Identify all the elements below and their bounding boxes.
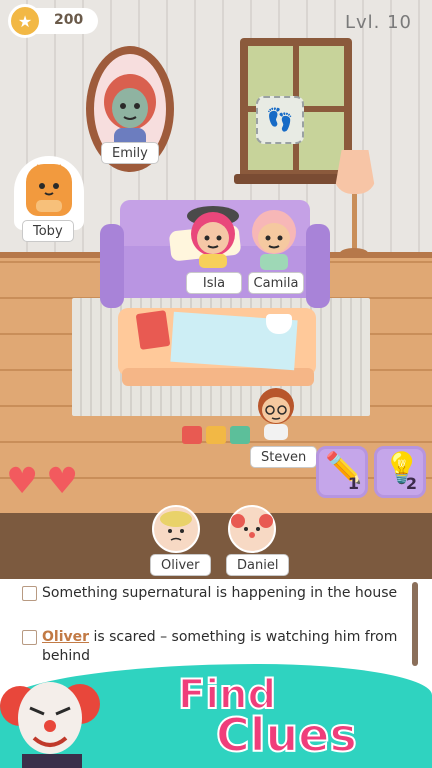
sofa-arm: [306, 224, 330, 308]
daniel-avatar[interactable]: [228, 505, 276, 553]
pencil-hint-count: 1: [347, 474, 359, 493]
isla-name-label: Isla: [186, 272, 242, 294]
lightbulb-hint-count: 2: [405, 474, 417, 493]
oliver-link[interactable]: Oliver: [42, 629, 89, 645]
emily-name-label: Emily: [101, 142, 159, 164]
coffee-table-base: [122, 368, 314, 386]
daniel-name-label: Daniel: [226, 554, 290, 576]
level-indicator: Lvl. 10: [344, 12, 412, 33]
game-screen: ★ 200 Lvl. 10 Emily 👣 Toby Isla Camila S…: [0, 0, 432, 768]
star-coin-icon: ★: [8, 4, 42, 38]
clue-text: Something supernatural is happening in t…: [42, 585, 398, 601]
clown-mascot: [0, 660, 104, 768]
clue-item[interactable]: Something supernatural is happening in t…: [22, 584, 402, 603]
coin-value: 200: [54, 12, 84, 28]
toby-name-label: Toby: [22, 220, 74, 242]
cat-icon: [26, 164, 72, 216]
clues-scrollbar[interactable]: [412, 582, 418, 666]
oliver-name-label: Oliver: [150, 554, 211, 576]
red-book-icon[interactable]: [135, 310, 171, 350]
clue-checkbox[interactable]: [22, 586, 37, 601]
clue-checkbox[interactable]: [22, 630, 37, 645]
footprints-clue-icon[interactable]: 👣: [256, 96, 304, 144]
heart-icon: ♥: [6, 461, 39, 502]
steven-character[interactable]: [254, 386, 298, 442]
clue-text-rest: is scared – something is watching him fr…: [42, 629, 398, 664]
oliver-avatar[interactable]: [152, 505, 200, 553]
promo-title-line2: Clues: [215, 707, 358, 763]
isla-character[interactable]: [186, 206, 240, 268]
toy-train-icon[interactable]: [182, 426, 252, 448]
lightbulb-hint-button[interactable]: 💡 2: [374, 446, 426, 498]
camila-character[interactable]: [248, 206, 300, 270]
camila-name-label: Camila: [248, 272, 304, 294]
sofa-arm: [100, 224, 124, 308]
floor-lamp-pole: [352, 194, 357, 252]
floor-lamp-base: [340, 248, 368, 258]
steven-name-label: Steven: [250, 446, 318, 468]
pencil-hint-button[interactable]: ✏️ 1: [316, 446, 368, 498]
heart-icon: ♥: [46, 461, 79, 502]
suspects-bar: [0, 513, 432, 579]
